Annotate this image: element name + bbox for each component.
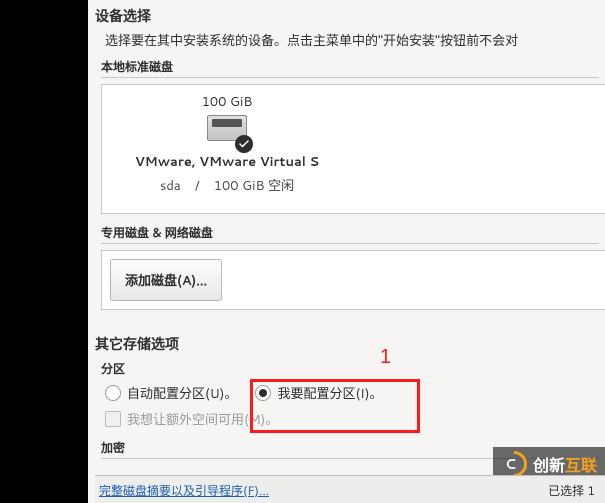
watermark-logo-icon: C: [501, 451, 527, 477]
left-black-strip: [0, 0, 88, 503]
local-disks-panel: 100 GiB VMware, VMware Virtual S sda / 1…: [101, 84, 605, 214]
special-disks-header: 专用磁盘 & 网络磁盘: [101, 224, 599, 244]
disk-sep: /: [195, 177, 200, 195]
disk-size: 100 GiB: [102, 93, 352, 111]
extra-space-label: 我想让额外空间可用(M)。: [127, 409, 278, 429]
device-selection-instruction: 选择要在其中安装系统的设备。点击主菜单中的"开始安装"按钮前不会对: [105, 30, 605, 50]
footer-bar: 完整磁盘摘要以及引导程序(F)... 已选择 1: [95, 475, 605, 503]
device-selection-title: 设备选择: [95, 6, 605, 26]
disk-summary-link[interactable]: 完整磁盘摘要以及引导程序(F)...: [99, 482, 269, 499]
selected-count: 已选择 1: [548, 482, 595, 499]
disk-item[interactable]: 100 GiB VMware, VMware Virtual S sda / 1…: [102, 93, 352, 195]
other-storage-title: 其它存储选项: [95, 334, 605, 354]
extra-space-checkbox: 我想让额外空间可用(M)。: [105, 409, 278, 429]
hard-drive-icon: [207, 115, 247, 147]
manual-partition-label: 我要配置分区(I)。: [277, 383, 382, 403]
disk-name: VMware, VMware Virtual S: [102, 153, 352, 171]
annotation-number-1: 1: [380, 346, 391, 369]
radio-selected-icon: [255, 385, 271, 401]
radio-icon: [105, 385, 121, 401]
selected-check-icon: [235, 135, 253, 153]
checkbox-icon: [105, 411, 121, 427]
auto-partition-radio[interactable]: 自动配置分区(U)。: [105, 383, 237, 403]
auto-partition-label: 自动配置分区(U)。: [127, 383, 237, 403]
special-disks-panel: 添加磁盘(A)...: [101, 250, 605, 310]
watermark-text-2: 互联: [565, 454, 597, 477]
add-disk-button[interactable]: 添加磁盘(A)...: [110, 259, 222, 301]
disk-dev: sda: [160, 177, 181, 195]
watermark-text-1: 创新: [533, 454, 565, 477]
local-disks-header: 本地标准磁盘: [101, 58, 599, 78]
manual-partition-radio[interactable]: 我要配置分区(I)。: [255, 383, 382, 403]
disk-detail: sda / 100 GiB 空闲: [102, 175, 352, 195]
partition-header: 分区: [101, 360, 599, 377]
disk-free: 100 GiB 空闲: [214, 177, 294, 195]
main-content: 设备选择 选择要在其中安装系统的设备。点击主菜单中的"开始安装"按钮前不会对 本…: [95, 4, 605, 459]
